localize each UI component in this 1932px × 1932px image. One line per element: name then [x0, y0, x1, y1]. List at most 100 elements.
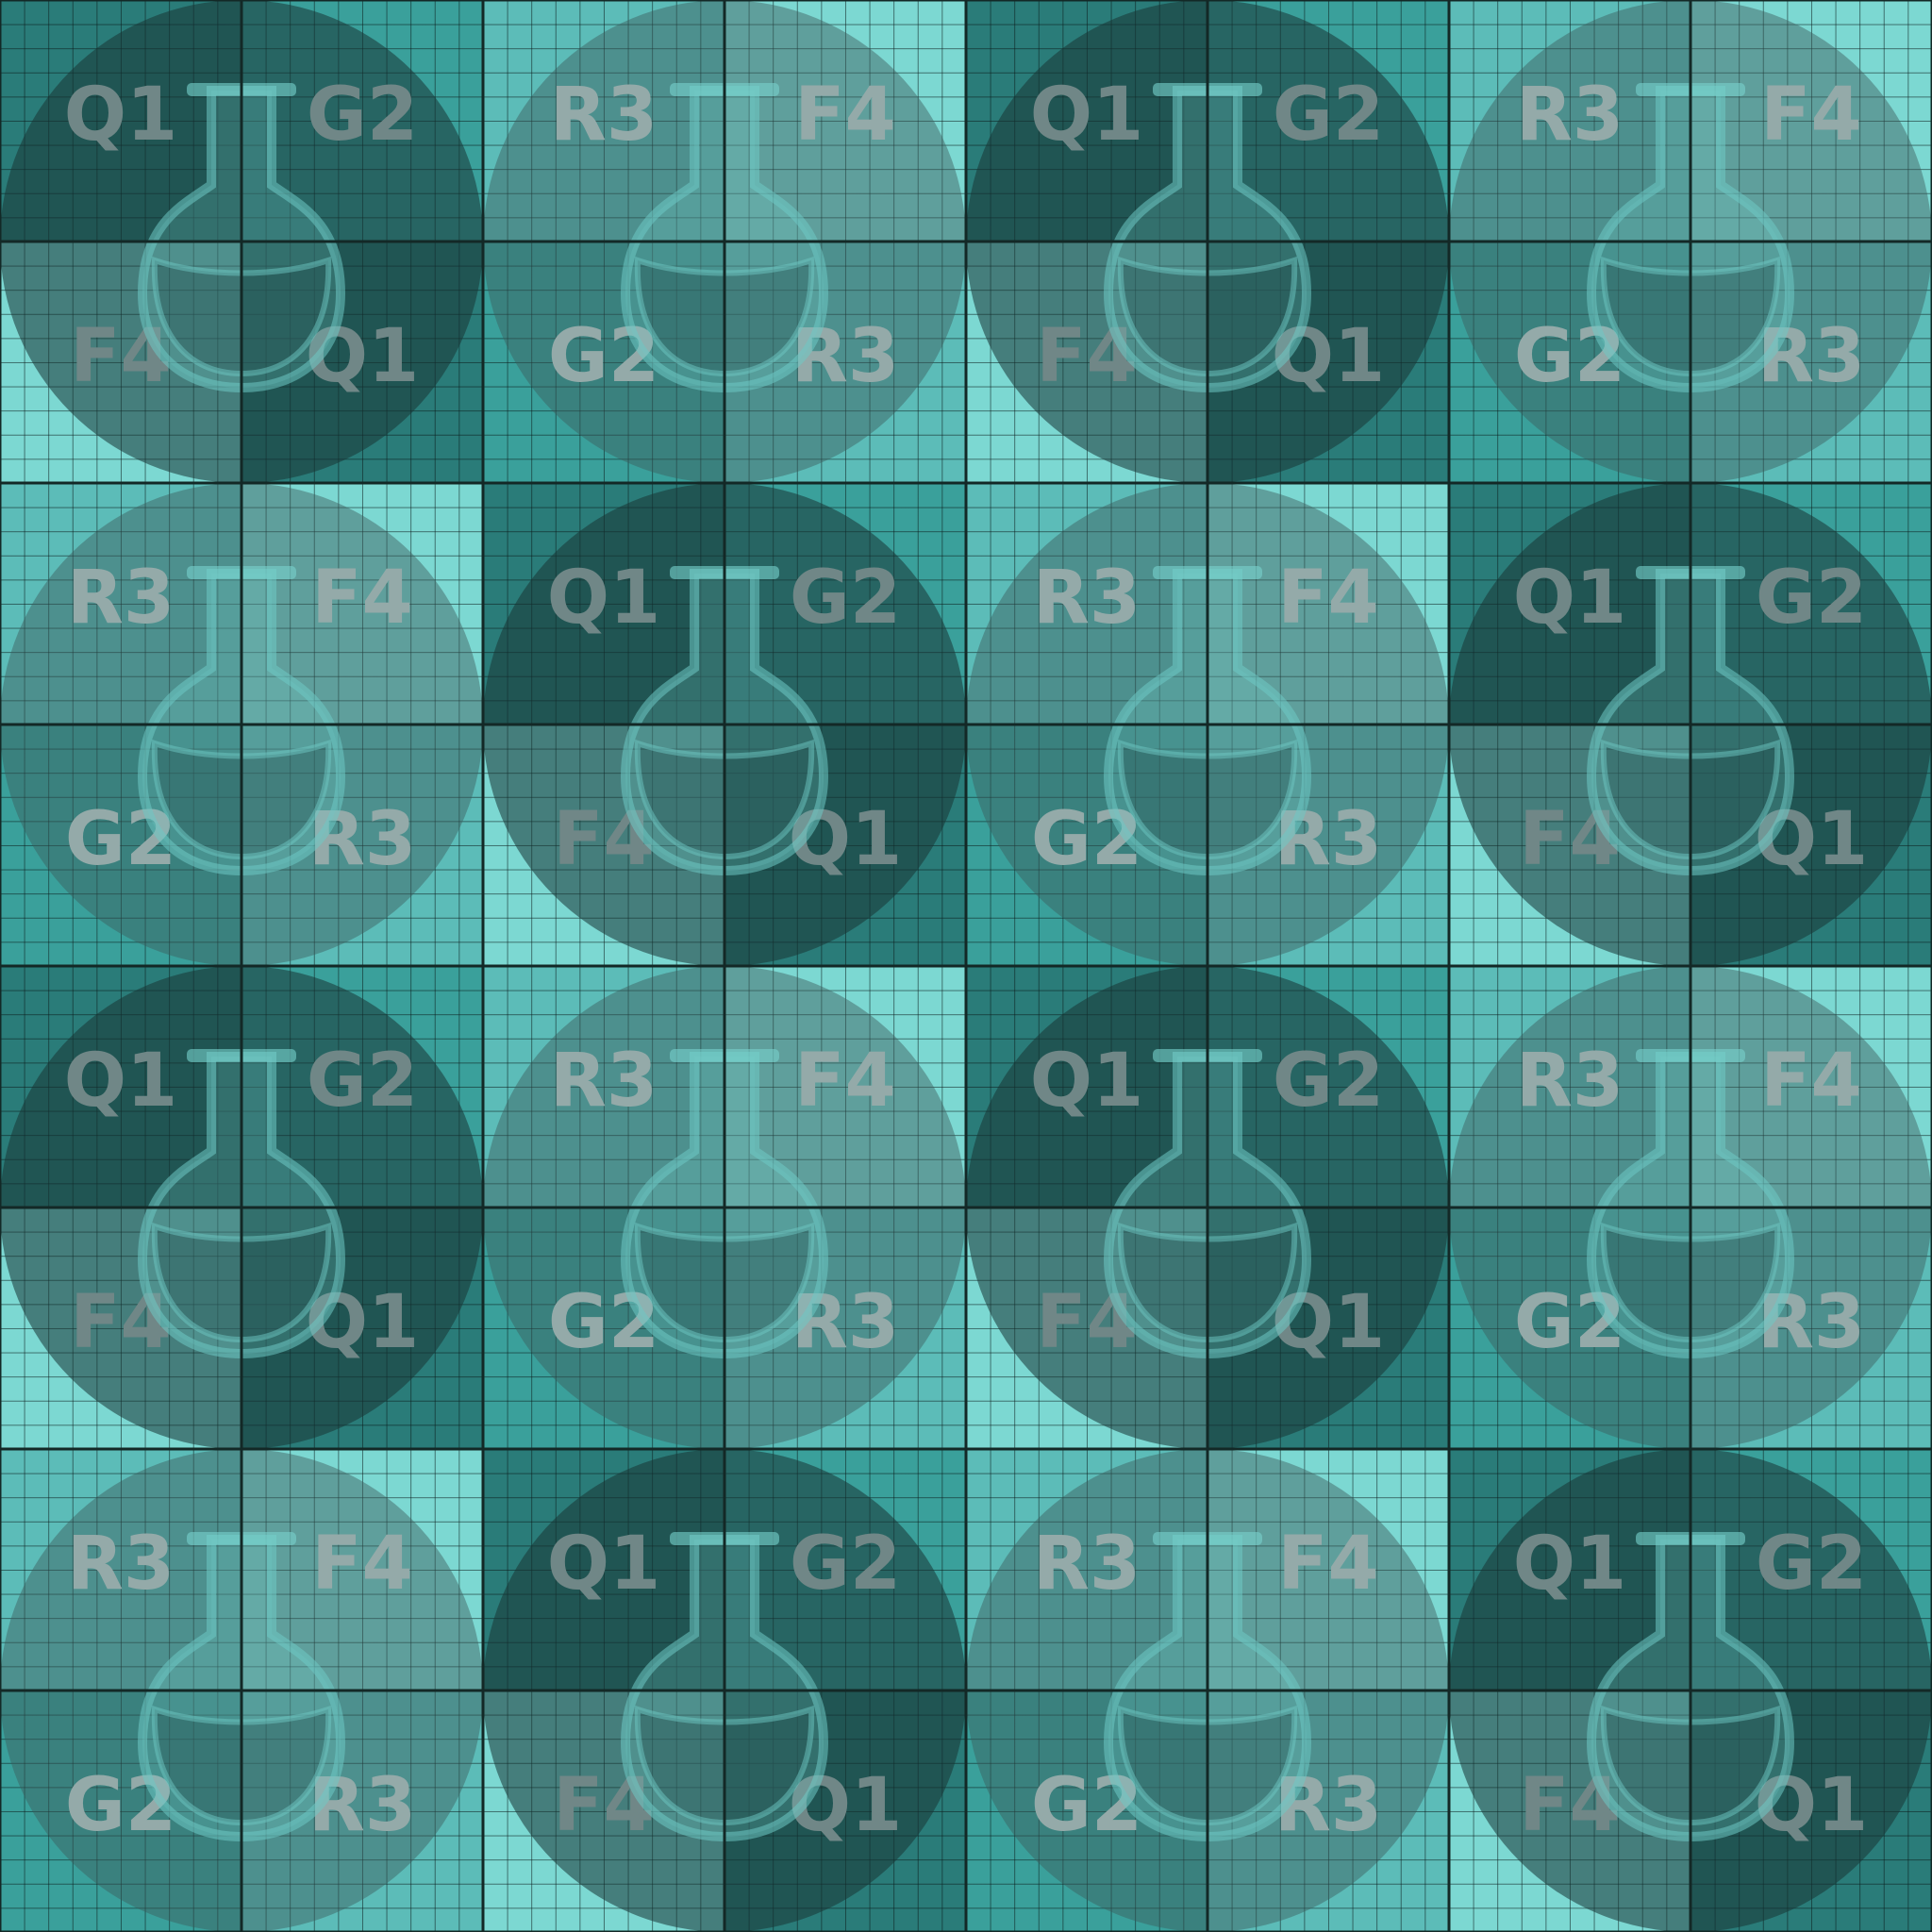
tile: Q1: [1690, 724, 1932, 966]
tile-label: F4: [311, 1522, 413, 1607]
tile: R3: [1449, 0, 1690, 242]
tile-label: G2: [1755, 1522, 1868, 1607]
tile: Q1: [1208, 242, 1449, 483]
tile-label: R3: [1274, 1763, 1383, 1848]
tile-label: G2: [1272, 1039, 1385, 1124]
tile-label: G2: [64, 797, 177, 882]
tile-label: F4: [1036, 314, 1138, 399]
tile: G2: [966, 1690, 1208, 1932]
tile-label: F4: [1277, 1522, 1379, 1607]
tile: R3: [1449, 966, 1690, 1208]
tile: R3: [1208, 1690, 1449, 1932]
tile-label: R3: [1757, 314, 1866, 399]
tile-label: F4: [1760, 73, 1862, 158]
tile-label: Q1: [546, 1522, 661, 1607]
tile: Q1: [724, 724, 966, 966]
tile: F4: [242, 483, 483, 724]
tile-label: Q1: [305, 314, 420, 399]
tile: F4: [1449, 724, 1690, 966]
tile: F4: [1690, 966, 1932, 1208]
tile: G2: [724, 1449, 966, 1690]
tile-label: R3: [791, 314, 900, 399]
tile: G2: [0, 1690, 242, 1932]
tile-label: R3: [308, 1763, 417, 1848]
tile: F4: [966, 242, 1208, 483]
tile: F4: [483, 724, 724, 966]
tile-label: R3: [549, 73, 658, 158]
tile-label: Q1: [1029, 1039, 1144, 1124]
tile-label: G2: [64, 1763, 177, 1848]
tile: G2: [483, 1208, 724, 1449]
tile: R3: [1690, 242, 1932, 483]
tile-label: R3: [1757, 1280, 1866, 1365]
tile-label: G2: [1513, 314, 1626, 399]
tile-label: F4: [553, 1763, 655, 1848]
tile: G2: [1449, 1208, 1690, 1449]
tile-label: F4: [553, 797, 655, 882]
tile-label: F4: [70, 1280, 172, 1365]
tile: G2: [1690, 483, 1932, 724]
tile-label: Q1: [305, 1280, 420, 1365]
tile-label: R3: [1032, 556, 1141, 641]
tile: Q1: [1690, 1690, 1932, 1932]
tile: Q1: [0, 966, 242, 1208]
tile: Q1: [483, 483, 724, 724]
tile: Q1: [1449, 483, 1690, 724]
tile-label: G2: [547, 1280, 660, 1365]
tile-label: R3: [549, 1039, 658, 1124]
tile-label: F4: [794, 1039, 896, 1124]
tile-label: Q1: [1512, 1522, 1627, 1607]
tile: R3: [1690, 1208, 1932, 1449]
tile: R3: [483, 0, 724, 242]
tile-label: G2: [547, 314, 660, 399]
tile-label: F4: [1277, 556, 1379, 641]
tile: R3: [242, 1690, 483, 1932]
tile-label: Q1: [1271, 314, 1386, 399]
tile-label: R3: [1515, 73, 1624, 158]
tile: F4: [242, 1449, 483, 1690]
tile: G2: [1690, 1449, 1932, 1690]
tile: Q1: [966, 0, 1208, 242]
tile-label: G2: [789, 1522, 902, 1607]
tile: Q1: [724, 1690, 966, 1932]
tile-label: Q1: [1754, 1763, 1869, 1848]
tile: G2: [966, 724, 1208, 966]
tile: R3: [1208, 724, 1449, 966]
tile-label: R3: [1274, 797, 1383, 882]
tile: G2: [242, 0, 483, 242]
tile-label: G2: [1272, 73, 1385, 158]
tile-label: R3: [1515, 1039, 1624, 1124]
tile-label: F4: [70, 314, 172, 399]
tile: R3: [966, 483, 1208, 724]
tile: G2: [0, 724, 242, 966]
tile: R3: [724, 242, 966, 483]
tile: R3: [0, 483, 242, 724]
tile-label: F4: [794, 73, 896, 158]
tile: R3: [966, 1449, 1208, 1690]
tile: R3: [724, 1208, 966, 1449]
tile: F4: [0, 1208, 242, 1449]
tile: F4: [724, 966, 966, 1208]
tile: F4: [0, 242, 242, 483]
tile-label: R3: [66, 556, 175, 641]
tile-label: F4: [1036, 1280, 1138, 1365]
tile: Q1: [966, 966, 1208, 1208]
tile-label: Q1: [788, 1763, 903, 1848]
tile: Q1: [0, 0, 242, 242]
tile-label: F4: [1760, 1039, 1862, 1124]
tile-label: G2: [1030, 797, 1143, 882]
tile-label: Q1: [1512, 556, 1627, 641]
tile: F4: [1690, 0, 1932, 242]
tile-label: Q1: [63, 73, 178, 158]
tile-label: G2: [1513, 1280, 1626, 1365]
tile: Q1: [1449, 1449, 1690, 1690]
tile-grid: Q1 G2 R3 F4 Q1 G2 R3 F4 F4 Q1 G2 R3 F4 Q1 G2 R3 R3 F4 Q1 G2…: [0, 0, 1932, 1932]
tile: Q1: [242, 242, 483, 483]
tile-label: F4: [1519, 1763, 1621, 1848]
tile-label: R3: [308, 797, 417, 882]
tile-label: G2: [306, 73, 419, 158]
tile: Q1: [483, 1449, 724, 1690]
tile: G2: [724, 483, 966, 724]
tile-label: Q1: [1271, 1280, 1386, 1365]
tile: G2: [483, 242, 724, 483]
